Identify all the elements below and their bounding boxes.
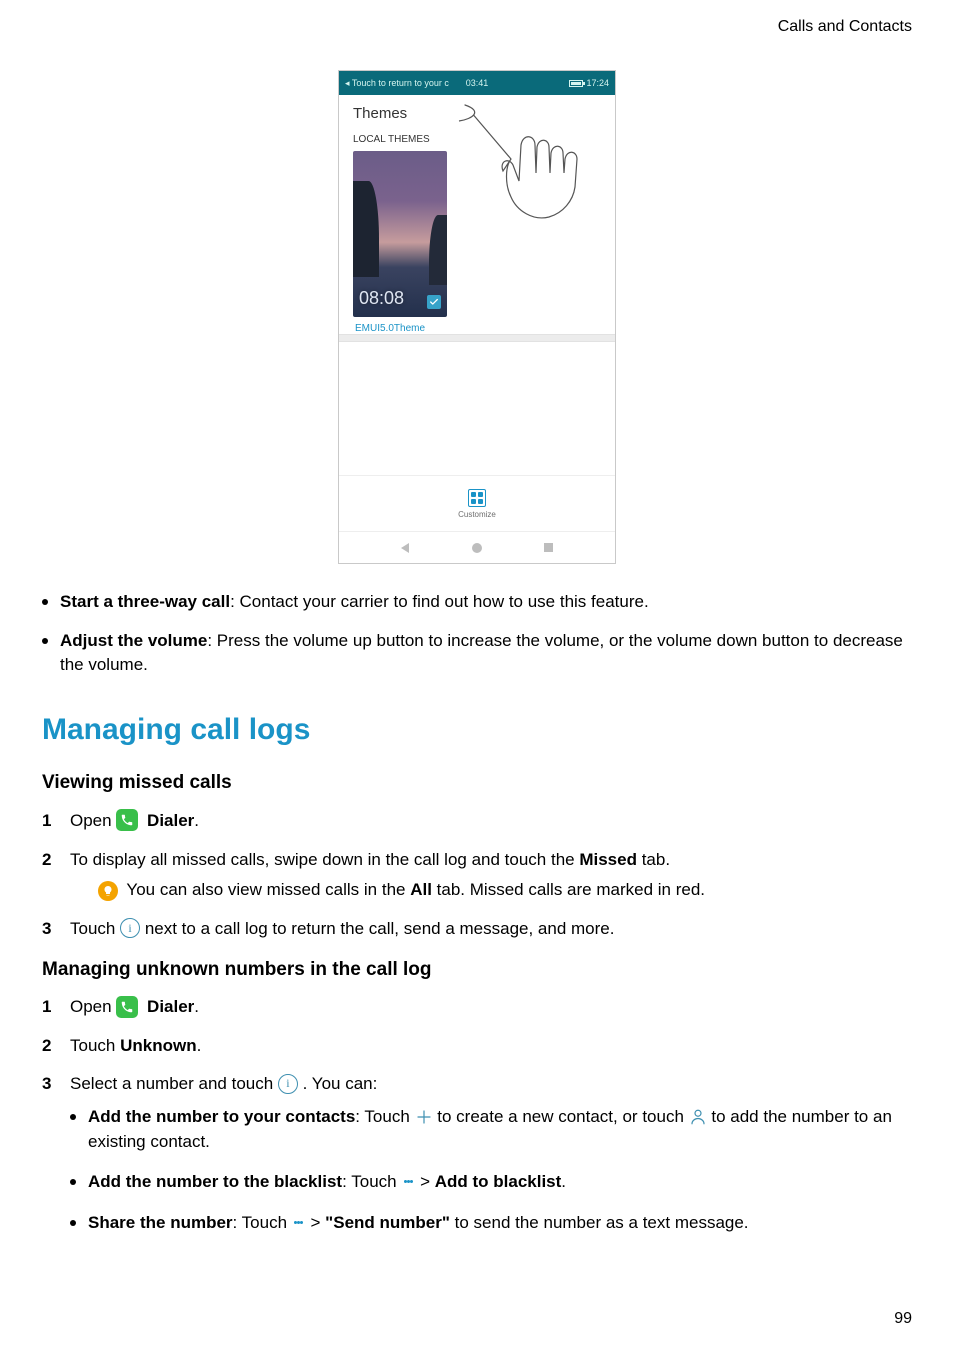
sub1-s2-a: To display all missed calls, swipe down …: [70, 850, 579, 869]
n3-b: >: [311, 1213, 326, 1232]
page-number: 99: [894, 1310, 912, 1328]
sub1-note-bold: All: [410, 880, 432, 899]
bullet-volume: Adjust the volume: Press the volume up b…: [42, 629, 912, 678]
n2-a: : Touch: [342, 1172, 401, 1191]
n2-b: >: [420, 1172, 435, 1191]
statusbar-left-text: ◂ Touch to return to your c: [345, 78, 449, 89]
phone-screenshot-wrapper: ◂ Touch to return to your c 03:41 17:24 …: [42, 70, 912, 564]
sub1-s2-bold: Missed: [579, 850, 637, 869]
sub1-steps: Open Dialer. To display all missed calls…: [42, 809, 912, 942]
sub1-step2: To display all missed calls, swipe down …: [42, 848, 912, 903]
sub2-s2-a: Touch: [70, 1036, 120, 1055]
info-i-icon: i: [278, 1074, 298, 1094]
sub2-nested-list: Add the number to your contacts: Touch t…: [70, 1105, 912, 1236]
sub1-step1: Open Dialer.: [42, 809, 912, 834]
nested-add-contacts: Add the number to your contacts: Touch t…: [70, 1105, 912, 1154]
sub2-s1-post: .: [194, 997, 199, 1016]
phone-bottom-row: Customize: [339, 475, 615, 531]
bullet-volume-strong: Adjust the volume: [60, 631, 207, 650]
sub1-s1-post: .: [194, 811, 199, 830]
dialer-icon: [116, 996, 138, 1018]
sub1-s2-note: You can also view missed calls in the Al…: [70, 878, 912, 903]
nested-share: Share the number: Touch > "Send number" …: [70, 1211, 912, 1236]
phone-statusbar: ◂ Touch to return to your c 03:41 17:24: [339, 71, 615, 95]
sub1-note-a: You can also view missed calls in the: [126, 880, 410, 899]
nav-recent-icon: [544, 543, 553, 552]
body-content: Start a three-way call: Contact your car…: [42, 590, 912, 1236]
sub1-s3-a: Touch: [70, 919, 120, 938]
nav-home-icon: [472, 543, 482, 553]
battery-icon: [569, 80, 583, 87]
n2-c: .: [561, 1172, 566, 1191]
theme-clock-text: 08:08: [359, 288, 404, 309]
customize-icon: [468, 489, 486, 507]
plus-icon: [415, 1107, 433, 1127]
sub2-s3-a: Select a number and touch: [70, 1074, 278, 1093]
n1-b: to create a new contact, or touch: [437, 1107, 688, 1126]
info-i-icon: i: [120, 918, 140, 938]
phone-divider: [339, 334, 615, 342]
statusbar-center-time: 03:41: [466, 78, 489, 88]
hand-gesture-icon: [455, 97, 585, 247]
sub1-title: Viewing missed calls: [42, 769, 912, 797]
dialer-icon: [116, 809, 138, 831]
header-breadcrumb: Calls and Contacts: [778, 18, 912, 36]
n1-strong: Add the number to your contacts: [88, 1107, 355, 1126]
sub2-s2-b: .: [197, 1036, 202, 1055]
theme-name-label: EMUI5.0Theme: [353, 317, 615, 334]
lightbulb-icon: [98, 881, 118, 901]
sub2-s1-pre: Open: [70, 997, 116, 1016]
sub2-steps: Open Dialer. Touch Unknown. Select a num…: [42, 995, 912, 1235]
nested-blacklist: Add the number to the blacklist: Touch >…: [70, 1170, 912, 1195]
sub1-s1-bold: Dialer: [147, 811, 194, 830]
statusbar-right: 17:24: [569, 78, 609, 88]
n3-a: : Touch: [233, 1213, 292, 1232]
sub2-step3: Select a number and touch i . You can: A…: [42, 1072, 912, 1235]
sub2-step2: Touch Unknown.: [42, 1034, 912, 1059]
sub1-note-b: tab. Missed calls are marked in red.: [432, 880, 705, 899]
sub2-step1: Open Dialer.: [42, 995, 912, 1020]
statusbar-right-time: 17:24: [586, 78, 609, 88]
n2-bold: Add to blacklist: [435, 1172, 562, 1191]
n3-bold: "Send number": [325, 1213, 450, 1232]
bullet-threeway: Start a three-way call: Contact your car…: [42, 590, 912, 615]
bullet-threeway-strong: Start a three-way call: [60, 592, 230, 611]
contact-icon: [689, 1107, 707, 1127]
sub2-title: Managing unknown numbers in the call log: [42, 956, 912, 984]
sub1-s1-pre: Open: [70, 811, 116, 830]
n3-c: to send the number as a text message.: [450, 1213, 749, 1232]
sub1-s2-b: tab.: [637, 850, 670, 869]
phone-mock: ◂ Touch to return to your c 03:41 17:24 …: [338, 70, 616, 564]
sub1-s3-b: next to a call log to return the call, s…: [145, 919, 615, 938]
theme-cliff-right: [429, 215, 447, 285]
more-vertical-icon: [401, 1172, 415, 1192]
theme-cliff-left: [353, 181, 379, 277]
theme-check-icon: [427, 295, 441, 309]
phone-navbar: [339, 531, 615, 563]
theme-thumbnail: 08:08: [353, 151, 447, 317]
more-vertical-icon: [292, 1212, 306, 1232]
n3-strong: Share the number: [88, 1213, 233, 1232]
sub2-s1-bold: Dialer: [147, 997, 194, 1016]
sub1-step3: Touch i next to a call log to return the…: [42, 917, 912, 942]
sub2-s3-b: . You can:: [303, 1074, 378, 1093]
nav-back-icon: [401, 543, 409, 553]
customize-label: Customize: [458, 510, 496, 519]
top-bullet-list: Start a three-way call: Contact your car…: [42, 590, 912, 678]
section-title: Managing call logs: [42, 708, 912, 752]
sub2-s2-bold: Unknown: [120, 1036, 197, 1055]
phone-spacer: [339, 342, 615, 475]
n2-strong: Add the number to the blacklist: [88, 1172, 342, 1191]
n1-a: : Touch: [355, 1107, 414, 1126]
bullet-threeway-rest: : Contact your carrier to find out how t…: [230, 592, 649, 611]
